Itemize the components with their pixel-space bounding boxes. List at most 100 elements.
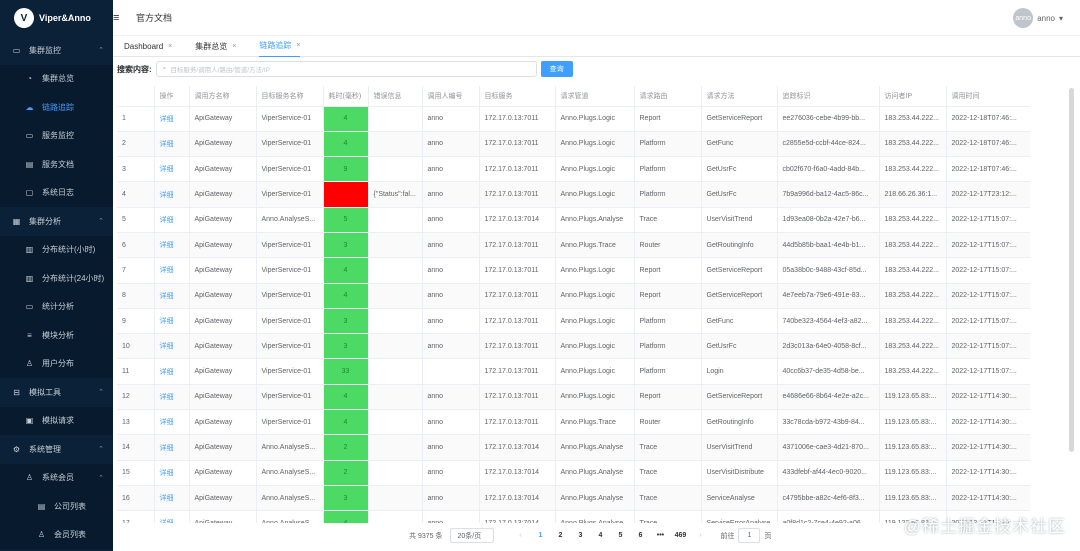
latency-cell: 4 [323, 409, 369, 436]
detail-link[interactable]: 详细 [154, 510, 190, 523]
table-row: 10 详细 ApiGateway ViperService-01 3 anno 172.17… [117, 333, 1030, 360]
table-cell: ApiGateway [189, 409, 257, 436]
sidebar-item[interactable]: ▭ 统计分析 [0, 292, 113, 321]
goto-page-input[interactable]: 1 [738, 528, 761, 543]
close-icon[interactable]: × [296, 42, 300, 49]
sidebar-item[interactable]: ▭ 集群监控 ⌃ [0, 36, 113, 65]
sidebar-item[interactable]: ▤ 公司列表 [0, 492, 113, 521]
sidebar-item[interactable]: ♙ 系统会员 ⌃ [0, 463, 113, 492]
page-size-select[interactable]: 20条/页 [450, 528, 495, 543]
sidebar-item[interactable]: ⚙ 系统管理 ⌃ [0, 435, 113, 464]
docs-link[interactable]: 官方文档 [136, 11, 172, 24]
table-cell: ApiGateway [189, 181, 257, 208]
detail-link[interactable]: 详细 [154, 409, 190, 436]
table-cell: 183.253.44.222... [879, 308, 947, 335]
sidebar-item[interactable]: ▥ 分布统计(小时) [0, 235, 113, 264]
table-cell: Trace [634, 207, 702, 233]
table-cell: 172.17.0.13:7011 [479, 409, 556, 436]
detail-link[interactable]: 详细 [154, 308, 190, 335]
sidebar-item[interactable]: ▥ 分布统计(24小时) [0, 264, 113, 293]
table-cell: 3 [117, 156, 155, 183]
tab[interactable]: 集群总览 × [195, 36, 236, 57]
table-row: 8 详细 ApiGateway ViperService-01 4 anno 172.17.… [117, 283, 1030, 309]
sidebar-item[interactable]: ≡ 模块分析 [0, 321, 113, 350]
table-cell: 740be323-4564-4ef3-a82... [777, 308, 880, 335]
page-number[interactable]: 4 [590, 532, 610, 539]
table-row: 3 详细 ApiGateway ViperService-01 9 anno 172.17.… [117, 156, 1030, 183]
sidebar-item[interactable]: ♙ 会员列表 [0, 520, 113, 549]
tab[interactable]: Dashboard × [124, 36, 172, 57]
avatar[interactable]: anno [1013, 8, 1034, 28]
detail-link[interactable]: 详细 [154, 131, 190, 158]
prev-page-button[interactable]: ‹ [510, 532, 530, 539]
menu-toggle-icon[interactable]: ≡ [113, 12, 123, 24]
table-cell: 2d3c013a-64e0-4058-8cf... [777, 333, 880, 360]
detail-link[interactable]: 详细 [154, 181, 190, 208]
table-cell: 2022-12-17T14:30:... [946, 384, 1030, 411]
search-button[interactable]: 查询 [540, 61, 573, 77]
table-cell: anno [422, 106, 480, 132]
detail-link[interactable]: 详细 [154, 358, 190, 385]
detail-link[interactable]: 详细 [154, 232, 190, 259]
sidebar-item[interactable]: ▤ 服务文档 [0, 150, 113, 179]
sidebar-item[interactable]: ☁ 链路追踪 [0, 93, 113, 122]
tab[interactable]: 链路追踪 × [259, 36, 301, 57]
detail-link[interactable]: 详细 [154, 106, 190, 132]
latency-cell: 4 [323, 384, 369, 411]
sidebar: V Viper&Anno ▭ 集群监控 ⌃ ◔ 集群总览 ☁ 链路追踪 ▭ 服务监控 ▤ 服务文档 ▢… [0, 0, 113, 551]
top-bar: ≡ 官方文档 anno anno ▾ [113, 0, 1080, 36]
table-cell: Anno.Plugs.Logic [555, 131, 635, 158]
detail-link[interactable]: 详细 [154, 460, 190, 486]
sidebar-item[interactable]: ▦ 集群分析 ⌃ [0, 207, 113, 236]
sidebar-item[interactable]: ◔ 集群总览 [0, 64, 113, 93]
detail-link[interactable]: 详细 [154, 156, 190, 183]
table-cell: UserVisitDistribute [701, 460, 778, 486]
table-cell: ServiceErrorAnalyse [701, 510, 778, 523]
tab-label: 集群总览 [195, 41, 228, 51]
table-scrollbar[interactable] [1069, 88, 1074, 452]
sidebar-item[interactable]: ▢ 系统日志 [0, 178, 113, 207]
sidebar-item[interactable]: ⊟ 模拟工具 ⌃ [0, 378, 113, 407]
sidebar-item[interactable]: ▭ 服务监控 [0, 121, 113, 150]
search-input[interactable]: ⌕ 目标服务/调用人/路由/管道/方法/IP [155, 61, 537, 77]
detail-link[interactable]: 详细 [154, 384, 190, 411]
page-number[interactable]: ••• [650, 532, 670, 539]
detail-link[interactable]: 详细 [154, 485, 190, 512]
page-number[interactable]: 2 [550, 532, 570, 539]
app-logo[interactable]: V Viper&Anno [0, 0, 113, 36]
detail-link[interactable]: 详细 [154, 257, 190, 284]
table-cell: Anno.Plugs.Analyse [555, 207, 635, 233]
table-cell: Login [701, 358, 778, 385]
table-row: 7 详细 ApiGateway ViperService-01 4 anno 172.17.… [117, 257, 1030, 284]
page-number[interactable]: 6 [630, 532, 650, 539]
detail-link[interactable]: 详细 [154, 333, 190, 360]
sidebar-item[interactable]: ♙ 用户分布 [0, 349, 113, 378]
table-cell: 2022-12-17T14:30:... [946, 434, 1030, 461]
table-cell: Anno.AnalyseS... [256, 460, 324, 486]
chevron-up-icon: ⌃ [98, 474, 104, 482]
table-cell: ApiGateway [189, 333, 257, 360]
screen-icon: ▭ [25, 131, 34, 141]
close-icon[interactable]: × [168, 43, 172, 50]
user-name: anno [1037, 13, 1055, 23]
table-cell: 183.253.44.222... [879, 156, 947, 183]
column-header: 请求管道 [555, 86, 635, 107]
close-icon[interactable]: × [232, 43, 236, 50]
page-number[interactable]: 1 [530, 532, 550, 539]
user-menu[interactable]: anno anno ▾ [1013, 8, 1063, 28]
detail-link[interactable]: 详细 [154, 283, 190, 309]
table-cell: 7b9a996d-ba12-4ac5-86c... [777, 181, 880, 208]
next-page-button[interactable]: › [690, 532, 710, 539]
table-cell: ApiGateway [189, 283, 257, 309]
page-number[interactable]: 5 [610, 532, 630, 539]
page-number[interactable]: 3 [570, 532, 590, 539]
table-cell: ApiGateway [189, 485, 257, 512]
table-cell: 14 [117, 434, 155, 461]
sidebar-item-label: 会员列表 [54, 530, 86, 540]
detail-link[interactable]: 详细 [154, 207, 190, 233]
sidebar-item[interactable]: ▣ 模拟请求 [0, 406, 113, 435]
goto-label: 前往 [720, 532, 735, 540]
page-number[interactable]: 469 [670, 532, 690, 539]
table-cell [368, 207, 423, 233]
detail-link[interactable]: 详细 [154, 434, 190, 461]
